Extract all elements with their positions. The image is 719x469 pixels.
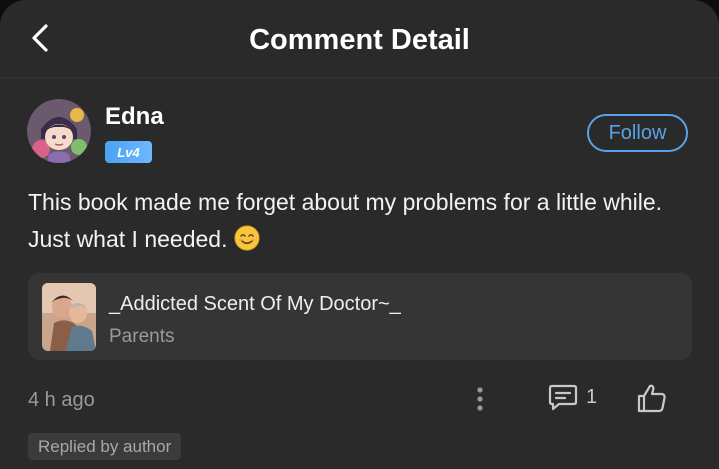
book-cover-image <box>42 283 96 351</box>
more-options-button[interactable] <box>468 384 492 414</box>
avatar[interactable] <box>27 99 91 163</box>
smiling-face-emoji-icon <box>234 225 260 251</box>
book-title: _Addicted Scent Of My Doctor~_ <box>109 293 401 315</box>
comment-timestamp: 4 h ago <box>28 389 95 411</box>
like-button[interactable] <box>636 382 668 419</box>
comment-bubble-icon <box>548 384 578 411</box>
author-name[interactable]: Edna <box>105 103 164 131</box>
more-vertical-icon <box>477 387 483 411</box>
book-genre: Parents <box>109 326 175 347</box>
comment-text: This book made me forget about my proble… <box>28 189 663 252</box>
header-bar: Comment Detail <box>0 0 719 78</box>
comment-body: This book made me forget about my proble… <box>28 184 688 258</box>
replied-by-author-badge: Replied by author <box>28 433 182 460</box>
book-cover <box>42 283 96 351</box>
comment-detail-sheet: Comment Detail Edna Lv4 Follow This book… <box>0 0 719 469</box>
avatar-image <box>27 99 91 163</box>
level-badge: Lv4 <box>105 141 152 163</box>
book-card[interactable]: _Addicted Scent Of My Doctor~_ Parents <box>28 273 692 360</box>
reply-count: 1 <box>586 385 598 408</box>
follow-button[interactable]: Follow <box>587 114 688 152</box>
thumbs-up-icon <box>637 384 666 413</box>
page-title: Comment Detail <box>249 24 470 56</box>
reply-button[interactable]: 1 <box>548 383 597 411</box>
